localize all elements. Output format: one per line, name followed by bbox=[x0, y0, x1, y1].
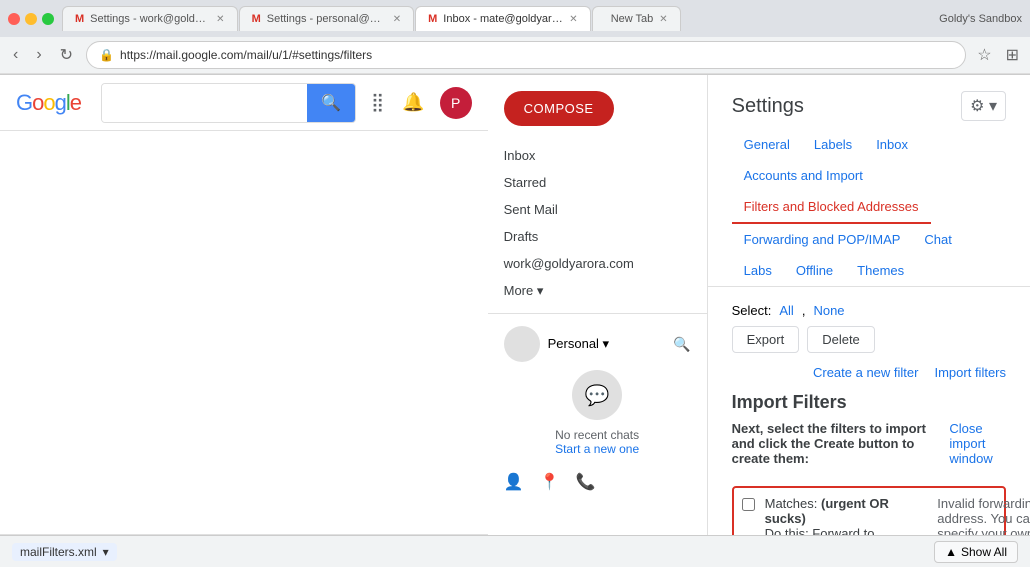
tab-themes[interactable]: Themes bbox=[845, 255, 916, 286]
tab-accounts[interactable]: Accounts and Import bbox=[732, 160, 875, 191]
import-filters-section: Import Filters Next, select the filters … bbox=[732, 392, 1006, 535]
tab-filters[interactable]: Filters and Blocked Addresses bbox=[732, 191, 931, 224]
sidebar-item-starred[interactable]: Starred bbox=[488, 169, 707, 196]
browser-tab-tab2[interactable]: MSettings - personal@goldyaro...✕ bbox=[239, 6, 415, 31]
show-all-arrow: ▲ bbox=[945, 545, 957, 559]
show-all-button[interactable]: ▲ Show All bbox=[934, 541, 1018, 563]
header-right: ⣿ 🔔 P bbox=[368, 87, 472, 119]
apps-button[interactable]: ⣿ bbox=[368, 89, 387, 116]
filter-match-1: Matches: (urgent OR sucks) bbox=[765, 496, 918, 526]
browser-tab-tab3[interactable]: MInbox - mate@goldyarora.com✕ bbox=[415, 6, 591, 31]
maximize-traffic-light[interactable] bbox=[42, 13, 54, 25]
filter-error-msg: Invalid forwarding address. You cannot s… bbox=[937, 496, 1030, 535]
chat-bubble: 💬 bbox=[572, 370, 622, 420]
settings-header: Settings ⚙ ▾ bbox=[708, 75, 1030, 129]
sidebar-item-drafts[interactable]: Drafts bbox=[488, 223, 707, 250]
nav-bar: ‹ › ↻ 🔒 https://mail.google.com/mail/u/1… bbox=[0, 37, 1030, 74]
people-icon-button[interactable]: 👤 bbox=[504, 472, 524, 492]
browser-tab-tab4[interactable]: New Tab✕ bbox=[592, 6, 681, 31]
chat-icons: 👤 📍 📞 bbox=[488, 464, 707, 500]
search-bar[interactable]: 🔍 bbox=[101, 83, 356, 123]
close-traffic-light[interactable] bbox=[8, 13, 20, 25]
import-filters-link[interactable]: Import filters bbox=[934, 365, 1006, 380]
search-input[interactable] bbox=[102, 84, 307, 122]
download-item: mailFilters.xml ▾ bbox=[12, 543, 117, 561]
download-filename: mailFilters.xml bbox=[20, 545, 97, 559]
chat-avatar bbox=[504, 326, 540, 362]
settings-tabs: General Labels Inbox Accounts and Import… bbox=[708, 129, 1030, 287]
select-none-link[interactable]: None bbox=[813, 303, 844, 318]
settings-gear-button[interactable]: ⚙ ▾ bbox=[961, 91, 1006, 121]
lock-icon: 🔒 bbox=[99, 48, 114, 62]
compose-button[interactable]: COMPOSE bbox=[504, 91, 614, 126]
notifications-button[interactable]: 🔔 bbox=[399, 89, 427, 116]
tabs-container: MSettings - work@goldyarora.c...✕MSettin… bbox=[62, 6, 923, 31]
app-header: Google 🔍 ⣿ 🔔 P bbox=[0, 75, 488, 131]
tab-chat[interactable]: Chat bbox=[912, 224, 963, 255]
location-icon-button[interactable]: 📍 bbox=[540, 472, 560, 492]
close-import-link[interactable]: Close import window bbox=[949, 421, 1006, 466]
sidebar-item-more[interactable]: More ▾ bbox=[488, 277, 707, 305]
sidebar-item-sent[interactable]: Sent Mail bbox=[488, 196, 707, 223]
settings-title: Settings bbox=[732, 95, 804, 118]
no-chats-label: No recent chats bbox=[504, 428, 691, 442]
traffic-lights bbox=[8, 13, 54, 25]
nav-actions: ☆ ⊞ bbox=[974, 42, 1022, 68]
select-row-top: Select: All , None bbox=[732, 303, 1006, 318]
chat-search-button[interactable]: 🔍 bbox=[673, 336, 690, 353]
create-filter-link[interactable]: Create a new filter bbox=[813, 365, 919, 380]
back-button[interactable]: ‹ bbox=[8, 43, 23, 67]
phone-icon-button[interactable]: 📞 bbox=[575, 472, 595, 492]
settings-content: Select: All , None Export Delete Create … bbox=[708, 287, 1030, 535]
filter-row-1: Matches: (urgent OR sucks) Do this: Forw… bbox=[732, 486, 1006, 535]
profile-name: Goldy's Sandbox bbox=[939, 13, 1022, 25]
delete-button[interactable]: Delete bbox=[807, 326, 875, 353]
chat-profile: Personal ▾ 🔍 bbox=[504, 326, 691, 362]
select-all-link[interactable]: All bbox=[779, 303, 793, 318]
minimize-traffic-light[interactable] bbox=[25, 13, 37, 25]
browser-tab-tab1[interactable]: MSettings - work@goldyarora.c...✕ bbox=[62, 6, 238, 31]
sidebar: COMPOSE Inbox Starred Sent Mail Drafts w… bbox=[488, 75, 708, 535]
filter-info-1: Matches: (urgent OR sucks) Do this: Forw… bbox=[765, 496, 918, 535]
tab-offline[interactable]: Offline bbox=[784, 255, 845, 286]
sidebar-item-inbox[interactable]: Inbox bbox=[488, 142, 707, 169]
filter-actions-right: Create a new filter Import filters bbox=[732, 365, 1006, 380]
show-all-label: Show All bbox=[961, 545, 1007, 559]
tab-forwarding[interactable]: Forwarding and POP/IMAP bbox=[732, 224, 913, 255]
select-label: Select: bbox=[732, 303, 772, 318]
filter-action-1: Do this: Forward to personal@goldyarora.… bbox=[765, 526, 918, 535]
extensions-button[interactable]: ⊞ bbox=[1003, 42, 1022, 68]
google-logo[interactable]: Google bbox=[16, 90, 81, 116]
forward-button[interactable]: › bbox=[31, 43, 46, 67]
start-chat-link[interactable]: Start a new one bbox=[504, 442, 691, 456]
sidebar-nav: Inbox Starred Sent Mail Drafts work@gold… bbox=[488, 142, 707, 305]
chat-profile-name[interactable]: Personal ▾ bbox=[548, 336, 609, 352]
tab-labs[interactable]: Labs bbox=[732, 255, 784, 286]
export-button[interactable]: Export bbox=[732, 326, 800, 353]
action-buttons: Export Delete bbox=[732, 326, 1006, 353]
download-arrow: ▾ bbox=[103, 545, 109, 559]
sidebar-item-work[interactable]: work@goldyarora.com bbox=[488, 250, 707, 277]
tab-inbox[interactable]: Inbox bbox=[864, 129, 920, 160]
bookmark-button[interactable]: ☆ bbox=[974, 42, 994, 68]
bottom-bar: mailFilters.xml ▾ ▲ Show All bbox=[0, 535, 1030, 567]
import-filters-subtitle: Next, select the filters to import and c… bbox=[732, 421, 950, 466]
address-bar[interactable]: 🔒 https://mail.google.com/mail/u/1/#sett… bbox=[86, 41, 966, 69]
tab-general[interactable]: General bbox=[732, 129, 802, 160]
search-button[interactable]: 🔍 bbox=[307, 84, 355, 122]
avatar[interactable]: P bbox=[440, 87, 472, 119]
tab-labels[interactable]: Labels bbox=[802, 129, 864, 160]
address-text: https://mail.google.com/mail/u/1/#settin… bbox=[120, 48, 953, 62]
filter-checkbox-1[interactable] bbox=[742, 498, 755, 511]
import-filters-title: Import Filters bbox=[732, 392, 1006, 413]
chat-section: Personal ▾ 🔍 💬 No recent chats Start a n… bbox=[488, 313, 707, 464]
content-area: Settings ⚙ ▾ General Labels Inbox Accoun… bbox=[708, 75, 1030, 535]
reload-button[interactable]: ↻ bbox=[55, 42, 78, 68]
